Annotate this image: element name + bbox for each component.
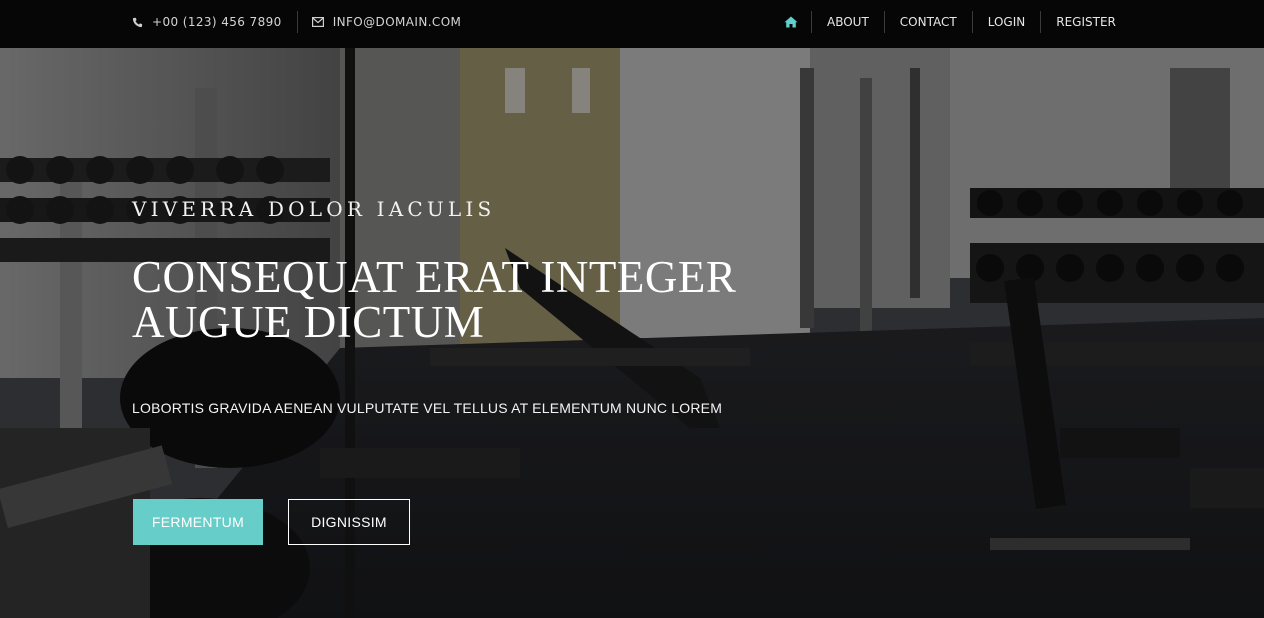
hero-headline-line-2: AUGUE DICTUM [132,297,485,347]
email-contact[interactable]: INFO@DOMAIN.COM [311,15,462,29]
hero-headline: CONSEQUAT ERAT INTEGER AUGUE DICTUM [132,255,832,345]
email-address: INFO@DOMAIN.COM [332,15,462,29]
hero-eyebrow: VIVERRA DOLOR IACULIS [132,197,496,221]
contact-info: +00 (123) 456 7890 INFO@DOMAIN.COM [132,0,461,44]
nav-register[interactable]: REGISTER [1040,11,1131,33]
home-icon [784,16,798,28]
hero-banner: VIVERRA DOLOR IACULIS CONSEQUAT ERAT INT… [0,48,1264,618]
contact-divider [296,11,298,33]
hero-headline-line-1: CONSEQUAT ERAT INTEGER [132,252,737,302]
phone-icon [132,17,143,28]
hero-subline: LOBORTIS GRAVIDA AENEAN VULPUTATE VEL TE… [132,400,723,416]
top-bar: +00 (123) 456 7890 INFO@DOMAIN.COM ABOUT… [0,0,1264,48]
dignissim-button[interactable]: DIGNISSIM [288,499,410,545]
envelope-icon [311,17,324,27]
phone-contact[interactable]: +00 (123) 456 7890 [132,15,282,29]
fermentum-button[interactable]: FERMENTUM [133,499,263,545]
main-nav: ABOUT CONTACT LOGIN REGISTER [770,0,1131,44]
nav-login[interactable]: LOGIN [971,11,1041,33]
nav-contact[interactable]: CONTACT [883,11,972,33]
nav-about[interactable]: ABOUT [811,11,884,33]
phone-number: +00 (123) 456 7890 [152,15,282,29]
nav-home[interactable] [770,11,811,33]
